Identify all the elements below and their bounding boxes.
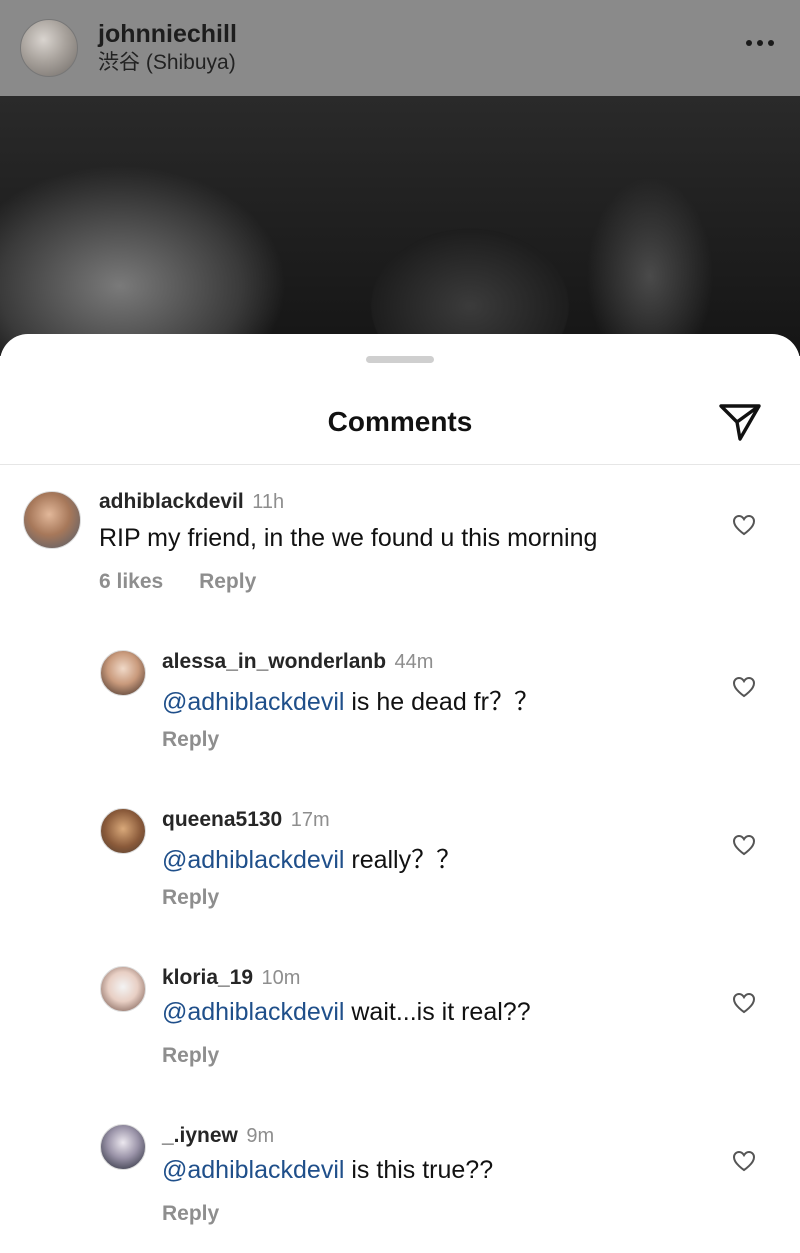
comment-username[interactable]: adhiblackdevil [99, 490, 244, 513]
reply-username[interactable]: kloria_19 [162, 966, 253, 989]
more-options-icon[interactable] [746, 40, 774, 46]
reply-mention-link[interactable]: @adhiblackdevil [162, 688, 344, 716]
reply-mention-link[interactable]: @adhiblackdevil [162, 998, 344, 1026]
post-header: johnniechill 渋谷 (Shibuya) [0, 0, 800, 96]
reply-timestamp: 10m [261, 967, 301, 989]
sheet-divider [0, 464, 800, 465]
like-heart-icon[interactable] [732, 676, 756, 698]
comment-text: RIP my friend, in the we found u this mo… [99, 524, 597, 553]
reply-text: @adhiblackdevil is this true?? [162, 1156, 493, 1185]
reply-header: queena5130 17m [162, 808, 330, 832]
reply-mention-link[interactable]: @adhiblackdevil [162, 1156, 344, 1184]
comment-likes-count[interactable]: 6 likes [99, 570, 163, 593]
like-heart-icon[interactable] [732, 514, 756, 536]
reply-username[interactable]: queena5130 [162, 808, 282, 831]
sheet-title: Comments [327, 406, 473, 437]
sheet-grabber-handle[interactable] [366, 356, 434, 363]
reply-reply-button[interactable]: Reply [162, 728, 219, 751]
like-heart-icon[interactable] [732, 992, 756, 1014]
commenter-avatar[interactable] [100, 966, 146, 1012]
comment-header: adhiblackdevil 11h [99, 490, 284, 514]
reply-username[interactable]: alessa_in_wonderlanb [162, 650, 386, 673]
send-share-icon[interactable] [718, 402, 762, 442]
post-author-avatar[interactable] [20, 19, 78, 77]
reply-timestamp: 44m [394, 651, 434, 673]
commenter-avatar[interactable] [23, 491, 81, 549]
reply-header: _.iynew 9m [162, 1124, 274, 1148]
reply-text: @adhiblackdevil wait...is it real?? [162, 998, 531, 1027]
comment-timestamp: 11h [252, 491, 285, 513]
reply-reply-button[interactable]: Reply [162, 886, 219, 909]
post-photo [0, 96, 800, 356]
reply-reply-button[interactable]: Reply [162, 1202, 219, 1225]
reply-text: @adhiblackdevil is he dead fr？？ [162, 682, 539, 718]
comment-body: RIP my friend, in the we found u this mo… [99, 524, 598, 552]
reply-actions: Reply [162, 886, 219, 910]
reply-username[interactable]: _.iynew [162, 1124, 238, 1147]
commenter-avatar[interactable] [100, 808, 146, 854]
reply-mention-link[interactable]: @adhiblackdevil [162, 846, 344, 874]
reply-body: really？？ [344, 846, 462, 874]
reply-timestamp: 17m [290, 809, 330, 831]
comments-sheet: Comments adhiblackdevil 11h RIP my frien… [0, 334, 800, 1253]
reply-body: wait...is it real?? [344, 998, 531, 1026]
commenter-avatar[interactable] [100, 650, 146, 696]
reply-actions: Reply [162, 728, 219, 752]
comment-reply-button[interactable]: Reply [199, 570, 256, 593]
reply-actions: Reply [162, 1202, 219, 1226]
post-username[interactable]: johnniechill [98, 19, 237, 49]
commenter-avatar[interactable] [100, 1124, 146, 1170]
reply-body: is this true?? [344, 1156, 494, 1184]
comment-actions: 6 likes Reply [99, 570, 256, 594]
reply-actions: Reply [162, 1044, 219, 1068]
reply-reply-button[interactable]: Reply [162, 1044, 219, 1067]
post-location[interactable]: 渋谷 (Shibuya) [98, 49, 237, 77]
reply-timestamp: 9m [246, 1125, 275, 1147]
like-heart-icon[interactable] [732, 834, 756, 856]
post-author-info: johnniechill 渋谷 (Shibuya) [98, 19, 237, 77]
reply-header: kloria_19 10m [162, 966, 300, 990]
like-heart-icon[interactable] [732, 1150, 756, 1172]
reply-text: @adhiblackdevil really？？ [162, 840, 461, 876]
reply-header: alessa_in_wonderlanb 44m [162, 650, 433, 674]
reply-body: is he dead fr？？ [344, 688, 539, 716]
